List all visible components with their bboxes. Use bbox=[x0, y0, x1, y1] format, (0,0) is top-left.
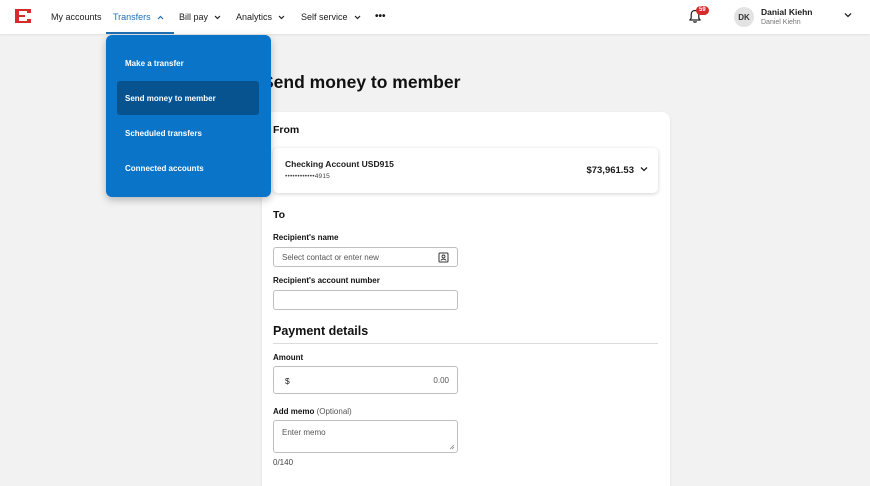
nav-transfers[interactable]: Transfers bbox=[106, 0, 174, 34]
menu-item-connected-accounts[interactable]: Connected accounts bbox=[117, 151, 259, 185]
payment-details-heading: Payment details bbox=[273, 324, 369, 338]
user-name: Danial Kiehn bbox=[761, 7, 813, 17]
memo-optional-note: (Optional) bbox=[316, 407, 352, 416]
from-account-select[interactable]: Checking Account USD915 ••••••••••••4915… bbox=[273, 148, 658, 193]
recipient-name-label: Recipient's name bbox=[273, 233, 339, 242]
chevron-down-icon bbox=[640, 167, 648, 172]
memo-label: Add memo (Optional) bbox=[273, 407, 352, 416]
nav-bill-pay[interactable]: Bill pay bbox=[179, 0, 221, 34]
page-title: Send money to member bbox=[262, 72, 461, 92]
brand-logo-icon[interactable] bbox=[14, 8, 32, 24]
account-balance: $73,961.53 bbox=[586, 165, 634, 176]
menu-item-scheduled-transfers[interactable]: Scheduled transfers bbox=[117, 116, 259, 150]
currency-symbol: $ bbox=[285, 376, 290, 386]
memo-textarea[interactable]: Enter memo bbox=[273, 420, 458, 453]
recipient-name-placeholder: Select contact or enter new bbox=[282, 252, 379, 262]
recipient-account-input[interactable] bbox=[273, 290, 458, 310]
chevron-down-icon[interactable] bbox=[844, 12, 852, 18]
menu-item-send-money-to-member[interactable]: Send money to member bbox=[117, 81, 259, 115]
account-number: ••••••••••••4915 bbox=[285, 173, 330, 180]
user-subname: Daniel Kiehn bbox=[761, 19, 801, 26]
recipient-name-input[interactable]: Select contact or enter new bbox=[273, 247, 458, 267]
more-menu-icon[interactable]: ••• bbox=[375, 11, 386, 22]
recipient-account-label: Recipient's account number bbox=[273, 276, 380, 285]
contact-book-icon[interactable] bbox=[438, 252, 449, 263]
chevron-down-icon bbox=[354, 15, 361, 20]
transfers-dropdown-menu: Make a transfer Send money to member Sch… bbox=[106, 35, 271, 197]
resize-grip-icon[interactable] bbox=[449, 444, 455, 450]
nav-analytics[interactable]: Analytics bbox=[236, 0, 285, 34]
chevron-down-icon bbox=[278, 15, 285, 20]
top-nav: My accounts Transfers Bill pay Analytics… bbox=[0, 0, 870, 34]
account-name: Checking Account USD915 bbox=[285, 159, 394, 169]
amount-input[interactable]: $ 0.00 bbox=[273, 366, 458, 394]
menu-item-make-transfer[interactable]: Make a transfer bbox=[117, 46, 259, 80]
notification-badge: 59 bbox=[696, 6, 709, 15]
nav-self-service[interactable]: Self service bbox=[301, 0, 361, 34]
amount-value: 0.00 bbox=[433, 376, 449, 385]
avatar[interactable]: DK bbox=[734, 7, 754, 27]
amount-label: Amount bbox=[273, 353, 304, 362]
section-divider bbox=[273, 343, 658, 344]
memo-char-counter: 0/140 bbox=[273, 458, 294, 467]
to-heading: To bbox=[273, 209, 286, 221]
chevron-up-icon bbox=[157, 15, 164, 20]
from-heading: From bbox=[273, 124, 300, 136]
memo-placeholder: Enter memo bbox=[282, 428, 326, 437]
nav-my-accounts[interactable]: My accounts bbox=[51, 0, 102, 34]
chevron-down-icon bbox=[214, 15, 221, 20]
